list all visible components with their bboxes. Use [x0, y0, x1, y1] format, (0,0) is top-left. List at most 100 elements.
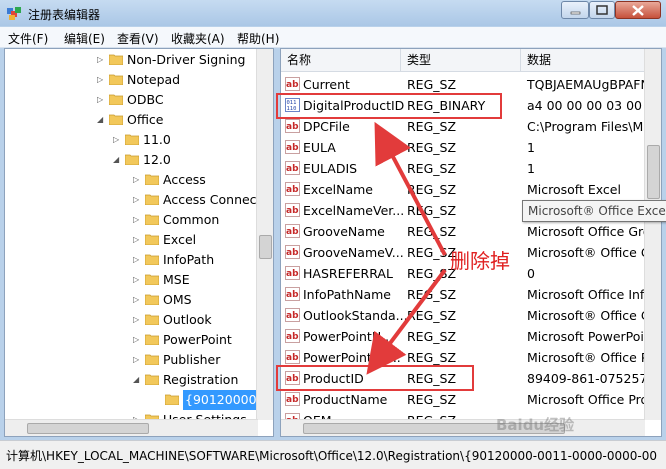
value-name: Current: [303, 77, 350, 92]
menu-help[interactable]: 帮助(H): [237, 30, 279, 47]
collapsed-arrow-icon[interactable]: ▷: [133, 310, 143, 330]
value-name: ExcelName: [303, 182, 373, 197]
collapsed-arrow-icon[interactable]: ▷: [97, 90, 107, 110]
registry-value-row[interactable]: ab GrooveName REG_SZ Microsoft Office Gro: [281, 221, 651, 242]
list-scroll-thumb[interactable]: [647, 145, 660, 199]
key-tree-pane[interactable]: ▷ Non-Driver Signing ▷ Notepad ▷ ODBC ◢ Office ▷…: [4, 48, 274, 437]
svg-text:ab: ab: [286, 185, 299, 195]
expanded-arrow-icon[interactable]: ◢: [97, 110, 107, 130]
folder-icon: [109, 114, 123, 125]
folder-icon: [145, 294, 159, 305]
expanded-arrow-icon[interactable]: ◢: [113, 150, 123, 170]
highlight-productid: [276, 365, 474, 391]
value-name: EULA: [303, 140, 336, 155]
value-type: REG_SZ: [407, 308, 457, 323]
menu-file[interactable]: 文件(F): [8, 30, 48, 47]
tree-node-label: OMS: [163, 292, 192, 307]
registry-editor-window: 注册表编辑器 文件(F) 编辑(E) 查看(V) 收藏夹(A) 帮助(H) ▷ N…: [0, 0, 666, 469]
registry-value-row[interactable]: ab EULADIS REG_SZ 1: [281, 158, 645, 179]
tree-node-label: Common: [163, 212, 220, 227]
folder-icon: [145, 314, 159, 325]
string-value-icon: ab: [285, 266, 300, 280]
folder-icon: [145, 254, 159, 265]
folder-icon: [145, 234, 159, 245]
svg-text:ab: ab: [286, 164, 299, 174]
value-data: C:\Program Files\Mi: [527, 119, 647, 134]
close-button[interactable]: [615, 1, 661, 19]
registry-value-row[interactable]: ab ProductName REG_SZ Microsoft Office Pro: [281, 389, 649, 410]
tree-node-label: InfoPath: [163, 252, 215, 267]
column-header-type[interactable]: 类型: [401, 49, 521, 71]
svg-text:ab: ab: [286, 227, 299, 237]
value-name: EULADIS: [303, 161, 358, 176]
string-value-icon: ab: [285, 224, 300, 238]
svg-text:ab: ab: [286, 311, 299, 321]
tree-node-label: 11.0: [143, 132, 171, 147]
menu-view[interactable]: 查看(V): [117, 30, 159, 47]
data-tooltip: Microsoft® Office Excel: [522, 200, 666, 222]
svg-text:ab: ab: [286, 248, 299, 258]
registry-value-row[interactable]: ab PowerPointN... REG_SZ Microsoft PowerPoi: [281, 326, 645, 347]
column-header-data[interactable]: 数据: [521, 49, 645, 71]
value-data: TQBJAEMAUgBPAFN: [527, 77, 650, 92]
value-data: Microsoft PowerPoi: [527, 329, 644, 344]
folder-icon: [125, 154, 139, 165]
collapsed-arrow-icon[interactable]: ▷: [97, 50, 107, 70]
tree-vertical-scrollbar[interactable]: [256, 49, 273, 420]
registry-value-row[interactable]: ab DPCFile REG_SZ C:\Program Files\Mi: [281, 116, 647, 137]
tree-node-label: Registration: [163, 372, 239, 387]
tree-node-label: Excel: [163, 232, 197, 247]
registry-value-row[interactable]: ab InfoPathName REG_SZ Microsoft Office Inf…: [281, 284, 652, 305]
minimize-icon: [570, 11, 581, 15]
string-value-icon: ab: [285, 77, 300, 91]
registry-value-row[interactable]: ab OutlookStanda... REG_SZ Microsoft® Offic…: [281, 305, 650, 326]
collapsed-arrow-icon[interactable]: ▷: [133, 290, 143, 310]
string-value-icon: ab: [285, 203, 300, 217]
registry-value-row[interactable]: ab Current REG_SZ TQBJAEMAUgBPAFN: [281, 74, 650, 95]
collapsed-arrow-icon[interactable]: ▷: [97, 70, 107, 90]
svg-text:ab: ab: [286, 80, 299, 90]
svg-text:ab: ab: [286, 122, 299, 132]
list-horizontal-scrollbar[interactable]: [281, 419, 645, 436]
tree-hscroll-thumb[interactable]: [27, 423, 149, 434]
collapsed-arrow-icon[interactable]: ▷: [133, 210, 143, 230]
folder-icon: [145, 274, 159, 285]
list-vertical-scrollbar[interactable]: [644, 49, 661, 420]
expanded-arrow-icon[interactable]: ◢: [133, 370, 143, 390]
collapsed-arrow-icon[interactable]: ▷: [133, 190, 143, 210]
column-header-name[interactable]: 名称: [281, 49, 401, 71]
collapsed-arrow-icon[interactable]: ▷: [113, 130, 123, 150]
svg-text:ab: ab: [286, 143, 299, 153]
folder-icon: [145, 354, 159, 365]
maximize-button[interactable]: [589, 1, 615, 19]
value-type: REG_SZ: [407, 245, 457, 260]
regedit-app-icon: [7, 7, 21, 20]
collapsed-arrow-icon[interactable]: ▷: [133, 230, 143, 250]
value-data: Microsoft Office Pro: [527, 392, 649, 407]
collapsed-arrow-icon[interactable]: ▷: [133, 250, 143, 270]
collapsed-arrow-icon[interactable]: ▷: [133, 270, 143, 290]
collapsed-arrow-icon[interactable]: ▷: [133, 350, 143, 370]
value-type: REG_SZ: [407, 119, 457, 134]
tree-node-label: Notepad: [127, 72, 181, 87]
collapsed-arrow-icon[interactable]: ▷: [133, 170, 143, 190]
value-data: Microsoft Excel: [527, 182, 621, 197]
svg-text:ab: ab: [286, 353, 299, 363]
svg-text:ab: ab: [286, 332, 299, 342]
menu-favorites[interactable]: 收藏夹(A): [171, 30, 225, 47]
tree-scroll-thumb[interactable]: [259, 235, 272, 259]
menu-edit[interactable]: 编辑(E): [64, 30, 105, 47]
tree-horizontal-scrollbar[interactable]: [5, 419, 258, 436]
minimize-button[interactable]: [561, 1, 589, 19]
status-bar: 计算机\HKEY_LOCAL_MACHINE\SOFTWARE\Microsof…: [0, 440, 666, 469]
value-data: Microsoft® Office P: [527, 350, 649, 365]
string-value-icon: ab: [285, 140, 300, 154]
value-type: REG_SZ: [407, 182, 457, 197]
registry-value-row[interactable]: ab EULA REG_SZ 1: [281, 137, 645, 158]
title-bar: 注册表编辑器: [0, 0, 666, 26]
folder-icon: [145, 214, 159, 225]
collapsed-arrow-icon[interactable]: ▷: [133, 330, 143, 350]
value-name: OutlookStanda...: [303, 308, 408, 323]
tree-node-label: Access: [163, 172, 206, 187]
registry-value-row[interactable]: ab ExcelName REG_SZ Microsoft Excel: [281, 179, 645, 200]
